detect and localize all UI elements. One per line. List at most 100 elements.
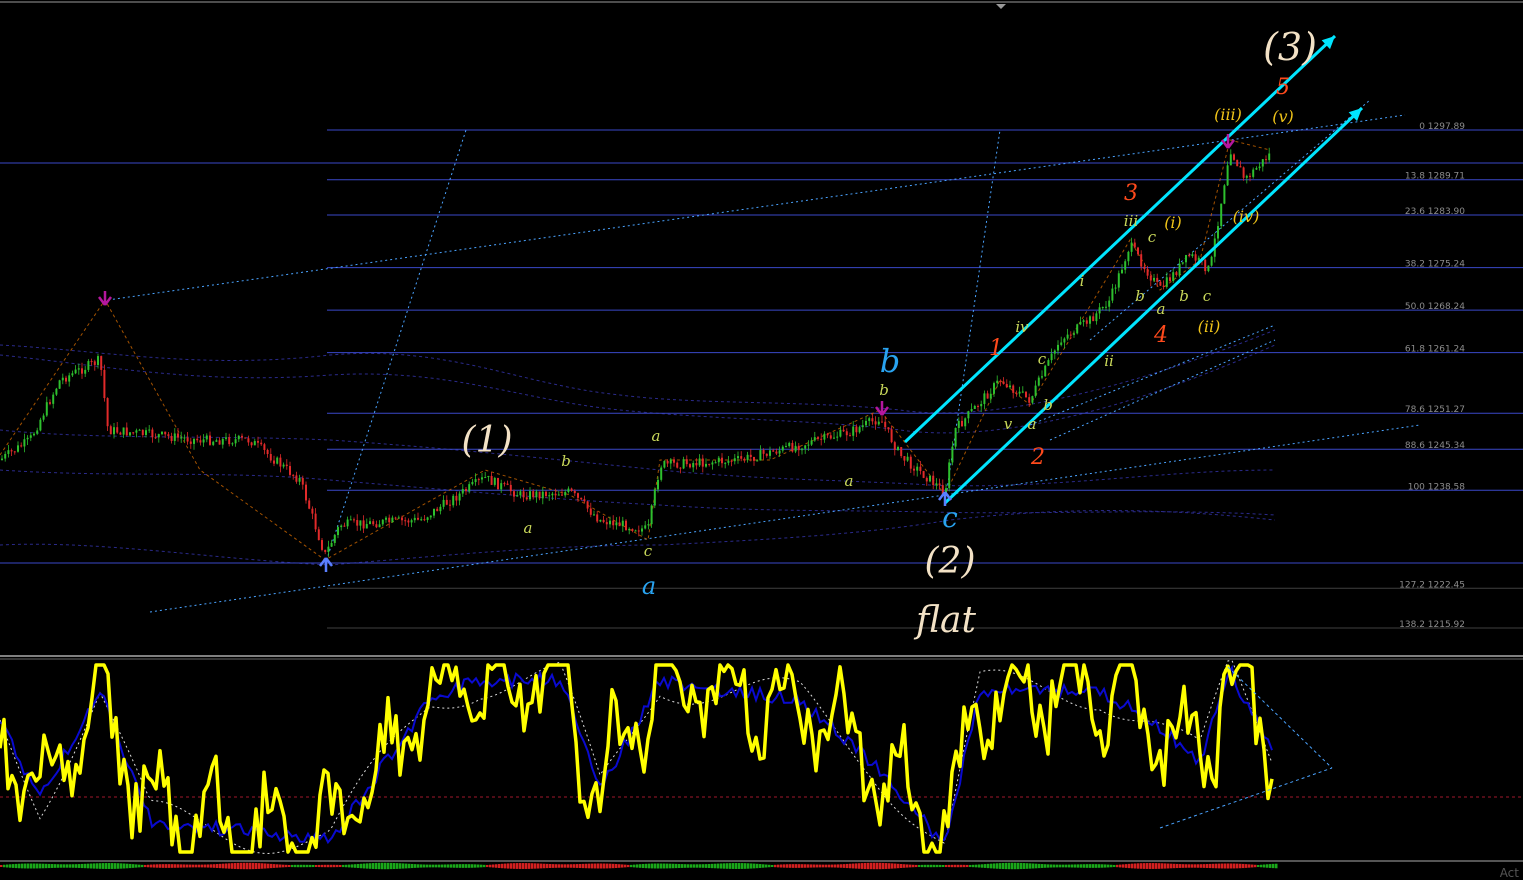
histogram-bar (870, 862, 873, 870)
histogram-bar (1212, 863, 1215, 869)
histogram-bar (981, 864, 984, 868)
candle-body (615, 522, 618, 526)
candle-body (369, 521, 371, 525)
candle-body (871, 418, 874, 422)
candle-body (343, 525, 346, 527)
wave-label-yellow: (iii) (1214, 105, 1242, 124)
fib-label: 50.0 1268.24 (1405, 302, 1465, 312)
histogram-bar (738, 863, 741, 869)
candle-body (324, 549, 327, 553)
histogram-bar (159, 864, 162, 868)
histogram-bar (717, 863, 720, 869)
histogram-bar (633, 864, 636, 868)
candle-body (285, 464, 288, 467)
candle-body (420, 519, 423, 521)
candle-body (122, 427, 125, 435)
candle-body (257, 441, 259, 443)
histogram-bar (822, 864, 825, 868)
histogram-bar (864, 862, 867, 870)
histogram-bar (54, 864, 57, 868)
histogram-bar (1047, 864, 1050, 868)
histogram-bar (201, 864, 204, 868)
histogram-bar (1119, 864, 1122, 868)
candle-body (141, 429, 144, 436)
wave-label-yellow: (i) (1164, 213, 1182, 232)
histogram-bar (243, 862, 246, 870)
candle-body (1098, 307, 1101, 314)
candle-body (404, 520, 407, 522)
histogram-bar (1059, 864, 1062, 868)
histogram-bar (1071, 864, 1074, 868)
candle-body (1156, 277, 1159, 282)
histogram-bar (114, 863, 117, 869)
candle-body (26, 437, 29, 440)
histogram-bar (108, 863, 111, 869)
candle-body (1268, 153, 1271, 161)
histogram-bar (1029, 863, 1032, 869)
histogram-bar (1239, 863, 1242, 869)
candle-body (769, 450, 771, 456)
candle-body (391, 517, 394, 523)
candle-body (551, 493, 554, 496)
candle-body (573, 490, 576, 494)
histogram-bar (1014, 862, 1017, 870)
wave-label-small: i (1080, 272, 1085, 290)
candle-body (935, 483, 938, 485)
histogram-bar (171, 864, 174, 868)
candle-body (407, 520, 410, 523)
histogram-bar (117, 863, 120, 869)
histogram-bar (1215, 863, 1218, 869)
candle-body (509, 484, 512, 492)
histogram-bar (393, 862, 396, 870)
histogram-bar (1089, 864, 1092, 868)
histogram-bar (987, 863, 990, 869)
histogram-bar (294, 864, 297, 868)
histogram-bar (1248, 864, 1251, 868)
histogram-bar (1182, 864, 1185, 868)
histogram-bar (474, 864, 477, 868)
histogram-bar (600, 863, 603, 869)
candle-body (289, 466, 291, 475)
histogram-bar (828, 864, 831, 868)
candle-body (913, 468, 915, 471)
histogram-bar (582, 863, 585, 869)
histogram-bar (408, 863, 411, 869)
histogram-bar (165, 864, 168, 868)
candle-body (986, 393, 989, 399)
candle-body (538, 491, 541, 499)
histogram-bar (597, 863, 600, 869)
histogram-bar (867, 862, 870, 870)
histogram-bar (204, 864, 207, 868)
candle-body (353, 519, 355, 521)
histogram-bar (390, 862, 393, 870)
histogram-bar (348, 864, 351, 868)
candle-body (1242, 167, 1245, 178)
wave-label-small: a (845, 472, 854, 490)
histogram-bar (1176, 863, 1179, 869)
candle-body (845, 431, 848, 436)
candle-body (13, 451, 16, 453)
candle-body (292, 474, 295, 476)
histogram-bar (231, 863, 234, 869)
histogram-bar (360, 863, 363, 869)
candle-body (68, 375, 71, 382)
histogram-bar (939, 864, 942, 868)
candle-body (1229, 154, 1232, 166)
histogram-bar (903, 864, 906, 868)
histogram-bar (1209, 863, 1212, 869)
candle-body (1153, 277, 1155, 281)
histogram-bar (525, 863, 528, 869)
histogram-bar (42, 863, 45, 869)
candle-body (410, 520, 413, 523)
histogram-bar (375, 862, 378, 870)
candle-body (954, 427, 957, 447)
histogram-bar (852, 863, 855, 869)
candle-body (260, 442, 263, 445)
candle-body (1236, 159, 1239, 167)
candle-body (173, 433, 176, 441)
candle-body (497, 477, 499, 490)
candle-body (401, 517, 403, 521)
histogram-bar (93, 863, 96, 869)
histogram-bar (384, 862, 387, 870)
histogram-bar (843, 864, 846, 868)
